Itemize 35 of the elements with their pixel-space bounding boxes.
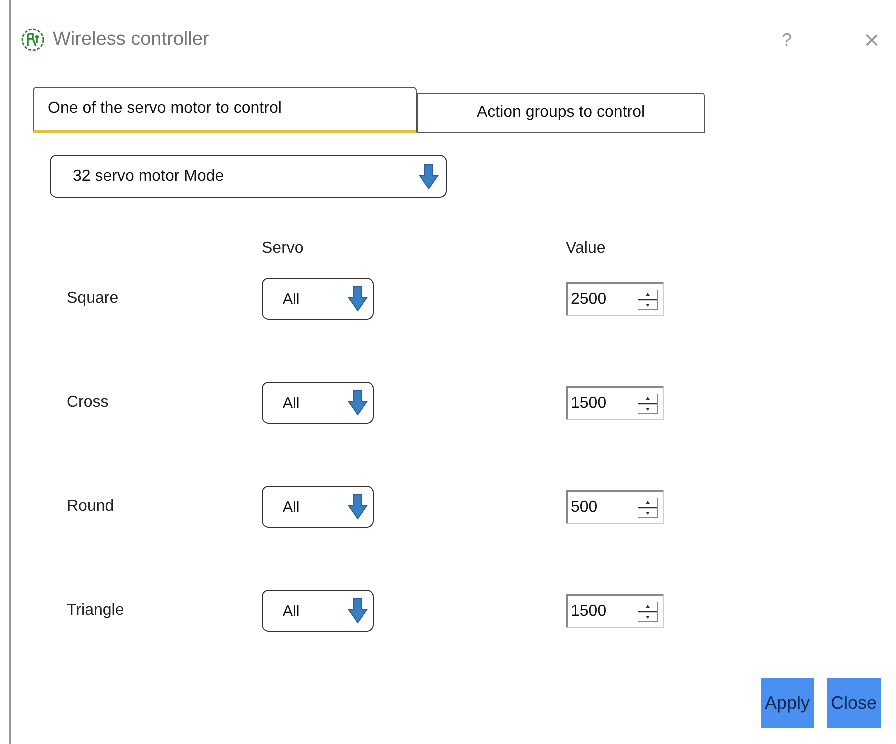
servo-dropdown[interactable]: All — [262, 590, 374, 632]
value-spinbox[interactable]: 1500 — [566, 386, 664, 420]
window-title: Wireless controller — [53, 29, 210, 51]
dropdown-value: All — [283, 290, 300, 308]
down-arrow-icon — [347, 493, 369, 521]
apply-button[interactable]: Apply — [760, 678, 814, 728]
down-arrow-icon — [347, 285, 369, 313]
dropdown-value: 32 servo motor Mode — [73, 168, 224, 186]
stepper-icon[interactable] — [637, 288, 659, 310]
down-arrow-icon — [347, 597, 369, 625]
row-label: Triangle — [67, 602, 126, 620]
column-header: Servo — [262, 240, 304, 258]
down-arrow-icon — [418, 162, 440, 190]
servo-dropdown[interactable]: All — [262, 382, 374, 424]
value-spinbox[interactable]: 1500 — [566, 594, 664, 628]
down-arrow-icon — [347, 389, 369, 417]
mode-dropdown[interactable]: 32 servo motor Mode — [50, 155, 447, 198]
tab[interactable]: Action groups to control — [417, 93, 705, 133]
tab[interactable]: One of the servo motor to control — [33, 87, 417, 133]
close-dialog-button[interactable]: Close — [826, 678, 881, 728]
row-label: Square — [67, 290, 120, 308]
row-label: Cross — [67, 394, 110, 412]
dropdown-value: All — [283, 394, 300, 412]
stepper-icon[interactable] — [637, 496, 659, 518]
dropdown-value: All — [283, 602, 300, 620]
row-label: Round — [67, 498, 116, 516]
dropdown-value: All — [283, 498, 300, 516]
stepper-icon[interactable] — [637, 600, 659, 622]
stepper-icon[interactable] — [637, 392, 659, 414]
value-spinbox[interactable]: 500 — [566, 490, 664, 524]
servo-dropdown[interactable]: All — [262, 486, 374, 528]
value-spinbox[interactable]: 2500 — [566, 282, 664, 316]
logo-icon — [21, 28, 45, 52]
servo-dropdown[interactable]: All — [262, 278, 374, 320]
column-header: Value — [566, 240, 606, 258]
